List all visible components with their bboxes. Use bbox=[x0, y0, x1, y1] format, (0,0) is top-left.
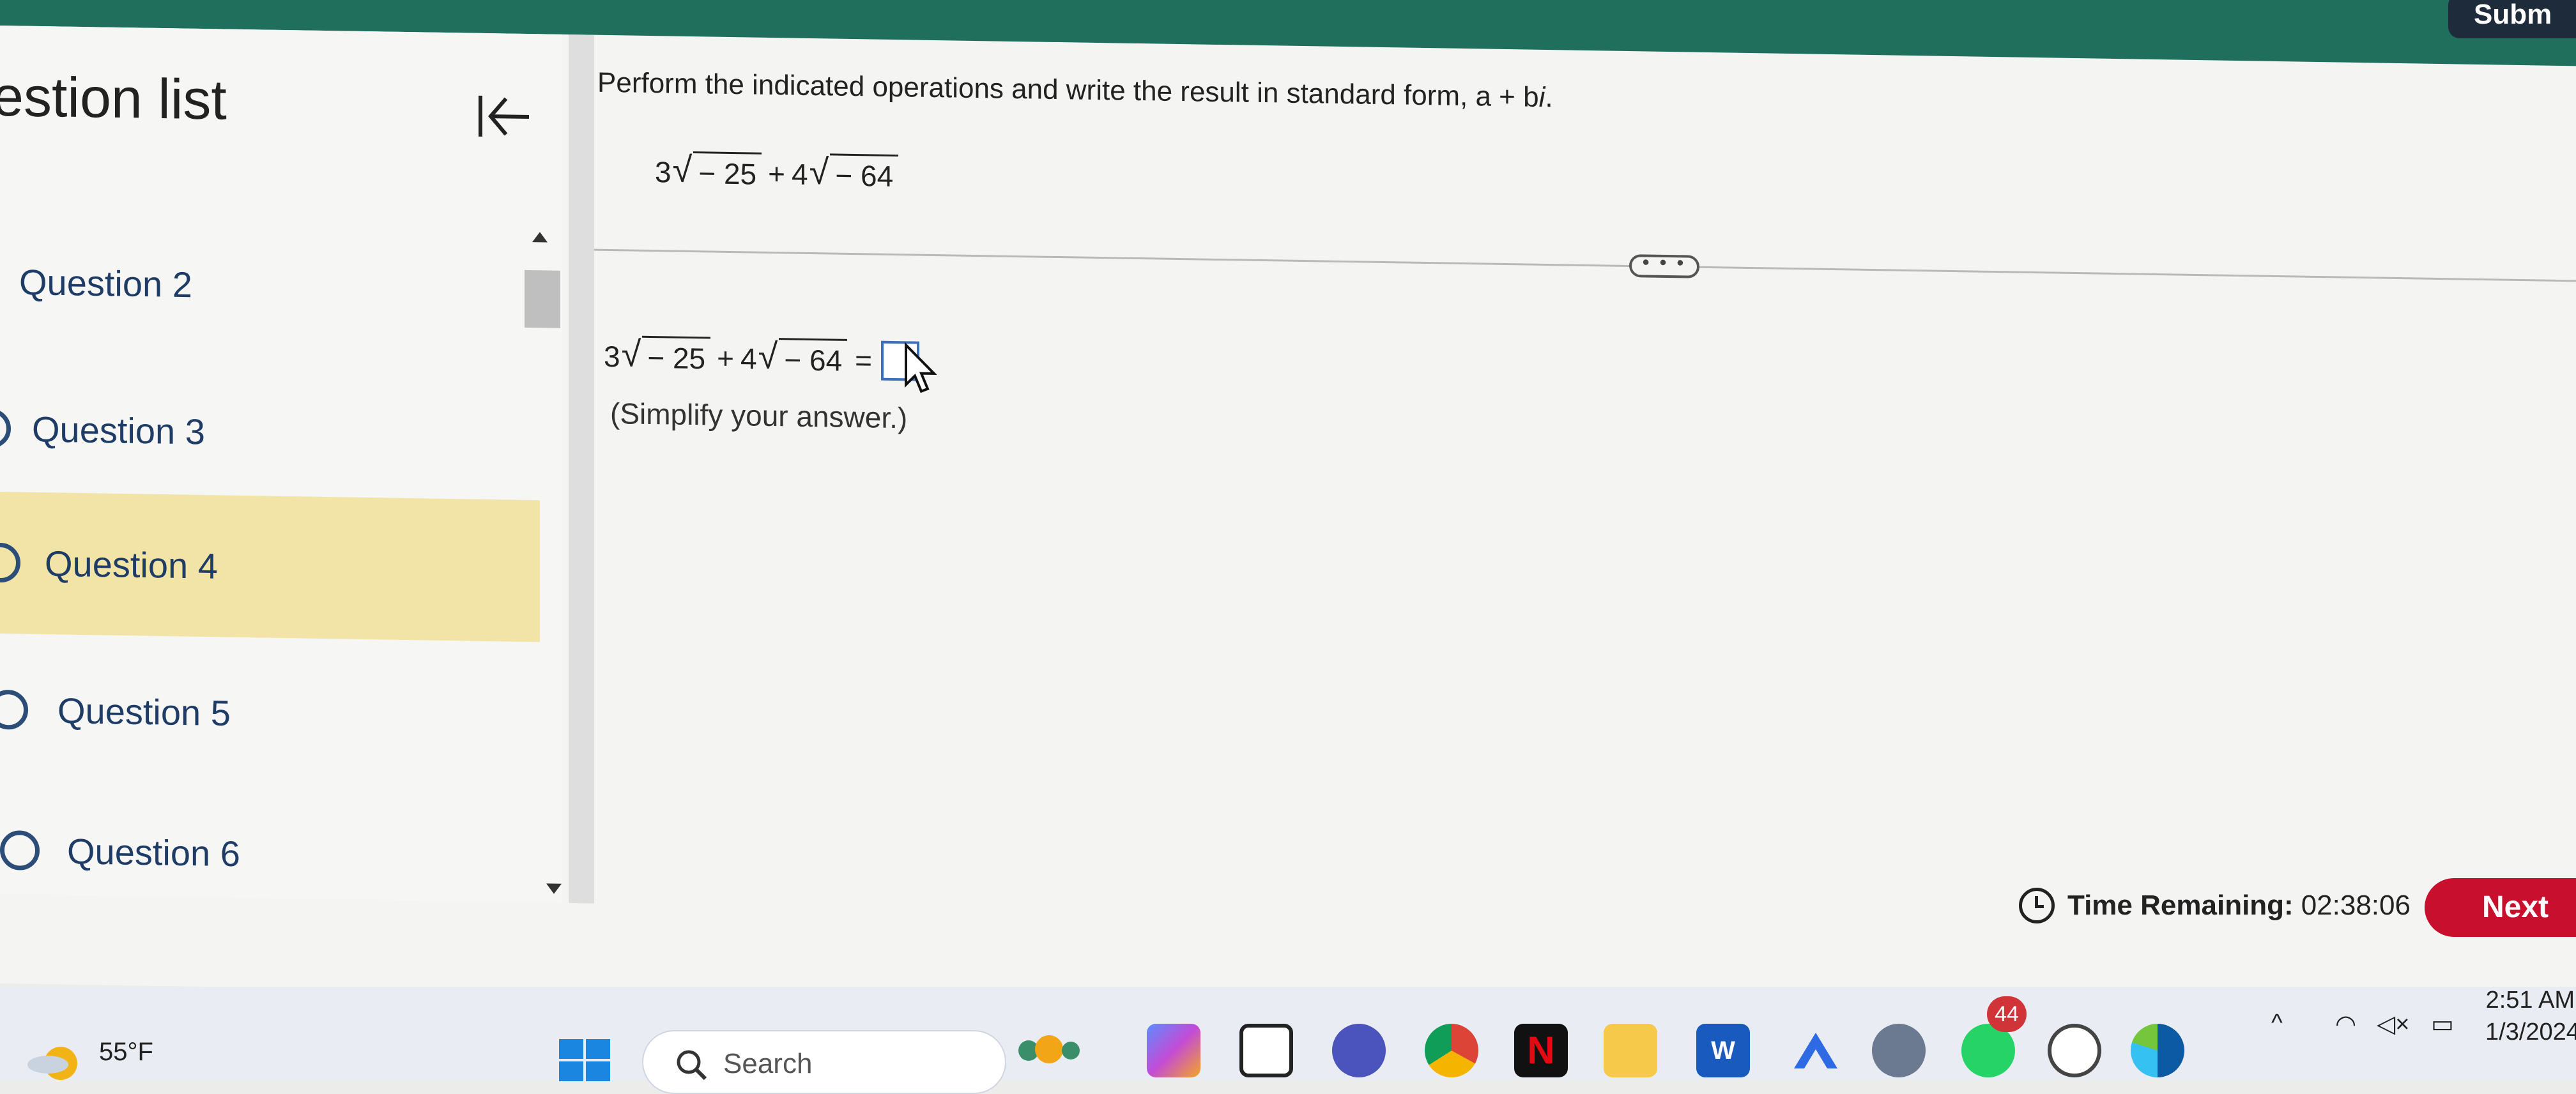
answer-expression: 3 √ − 25 + 4 √ − 64 = bbox=[604, 333, 920, 382]
next-button[interactable]: Next bbox=[2425, 878, 2576, 937]
taskbar-time[interactable]: 2:51 AM bbox=[2485, 987, 2575, 1014]
status-ring-icon bbox=[0, 830, 40, 870]
clock-icon bbox=[2019, 888, 2055, 923]
expand-more-button[interactable]: • • • bbox=[1629, 252, 1699, 278]
question-item-label: Question 6 bbox=[67, 831, 240, 874]
tray-overflow-chevron-icon[interactable]: ^ bbox=[2271, 1010, 2283, 1037]
question-panel: Perform the indicated operations and wri… bbox=[594, 35, 2576, 935]
panel-divider bbox=[569, 34, 594, 904]
question-item-label: Question 4 bbox=[45, 543, 218, 586]
mouse-cursor-icon bbox=[905, 342, 937, 393]
copilot-icon[interactable] bbox=[1147, 1024, 1200, 1077]
edge-icon[interactable] bbox=[2131, 1024, 2184, 1077]
weather-temperature[interactable]: 55°F bbox=[99, 1038, 153, 1067]
question-list-panel: estion list Question 2 Question 3 Questi… bbox=[0, 26, 562, 903]
netflix-icon[interactable]: N bbox=[1514, 1024, 1568, 1077]
status-ring-icon bbox=[0, 689, 28, 730]
quiz-app: estion list Question 2 Question 3 Questi… bbox=[0, 26, 2576, 1024]
windows-taskbar: 55°F Search N W 44 ^ ◠ ◁× ▭ 2:51 AM 1/3/… bbox=[0, 987, 2576, 1094]
answer-hint: (Simplify your answer.) bbox=[610, 397, 908, 435]
time-remaining: Time Remaining: 02:38:06 bbox=[2019, 888, 2411, 923]
scroll-thumb[interactable] bbox=[525, 270, 560, 328]
word-icon[interactable]: W bbox=[1696, 1024, 1750, 1077]
windows-start-icon[interactable] bbox=[558, 1038, 611, 1083]
chrome-icon[interactable] bbox=[1425, 1024, 1478, 1077]
question-item-4[interactable]: Question 4 bbox=[0, 492, 540, 642]
taskbar-search[interactable]: Search bbox=[642, 1030, 1006, 1094]
search-placeholder: Search bbox=[723, 1048, 813, 1079]
question-list-scrollbar[interactable] bbox=[521, 200, 562, 903]
question-item-3[interactable]: Question 3 bbox=[0, 358, 540, 508]
status-ring-icon bbox=[0, 542, 20, 583]
clock-app-icon[interactable] bbox=[2048, 1024, 2101, 1077]
notification-badge: 44 bbox=[1987, 996, 2027, 1032]
question-prompt: Perform the indicated operations and wri… bbox=[597, 66, 1553, 114]
widgets-icon[interactable] bbox=[1009, 1024, 1086, 1077]
nordvpn-icon[interactable] bbox=[1789, 1024, 1843, 1077]
section-divider bbox=[594, 248, 2576, 282]
file-explorer-icon[interactable] bbox=[1604, 1024, 1657, 1077]
collapse-panel-icon[interactable] bbox=[473, 84, 537, 149]
search-icon bbox=[677, 1050, 707, 1081]
scroll-up-arrow-icon[interactable] bbox=[532, 232, 548, 243]
question-item-2[interactable]: Question 2 bbox=[0, 211, 540, 361]
question-list-title: estion list bbox=[0, 64, 227, 132]
status-ring-icon bbox=[0, 408, 11, 449]
submit-button[interactable]: Subm bbox=[2448, 0, 2576, 38]
settings-gear-icon[interactable] bbox=[1872, 1024, 1926, 1077]
taskbar-date[interactable]: 1/3/2024 bbox=[2485, 1019, 2576, 1046]
scroll-down-arrow-icon[interactable] bbox=[546, 883, 562, 894]
task-view-icon[interactable] bbox=[1239, 1024, 1293, 1077]
volume-muted-icon[interactable]: ◁× bbox=[2377, 1010, 2409, 1038]
teams-meet-icon[interactable] bbox=[1332, 1024, 1386, 1077]
question-item-label: Question 5 bbox=[57, 690, 231, 734]
question-item-label: Question 2 bbox=[19, 261, 192, 305]
question-item-label: Question 3 bbox=[32, 409, 205, 452]
question-item-5[interactable]: Question 5 bbox=[0, 639, 540, 789]
battery-icon[interactable]: ▭ bbox=[2431, 1010, 2454, 1038]
wifi-icon[interactable]: ◠ bbox=[2335, 1010, 2356, 1038]
question-expression: 3 √ − 25 + 4 √ − 64 bbox=[655, 149, 899, 196]
weather-icon[interactable] bbox=[26, 1038, 83, 1083]
question-item-6[interactable]: Question 6 bbox=[0, 779, 540, 929]
